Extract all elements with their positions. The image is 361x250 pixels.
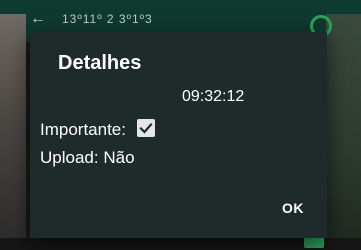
- important-checkbox[interactable]: [136, 119, 155, 137]
- dialog-title: Detalhes: [58, 52, 142, 74]
- background-title: 13º11º 2 3º1º3: [62, 12, 153, 26]
- background-photo-right: [326, 14, 361, 250]
- background-photo-left: [0, 14, 26, 250]
- ok-button[interactable]: OK: [282, 200, 304, 216]
- back-arrow-icon[interactable]: ←: [30, 10, 48, 28]
- important-label: Importante:: [40, 120, 126, 139]
- checkmark-icon: [139, 122, 153, 134]
- important-row: Importante:: [40, 119, 155, 140]
- upload-row: Upload: Não: [40, 148, 135, 168]
- upload-value: Não: [103, 148, 135, 167]
- details-dialog: Detalhes 09:32:12 Importante: Upload: Nã…: [30, 32, 327, 238]
- time-value: 09:32:12: [182, 88, 245, 105]
- upload-label: Upload:: [40, 148, 99, 167]
